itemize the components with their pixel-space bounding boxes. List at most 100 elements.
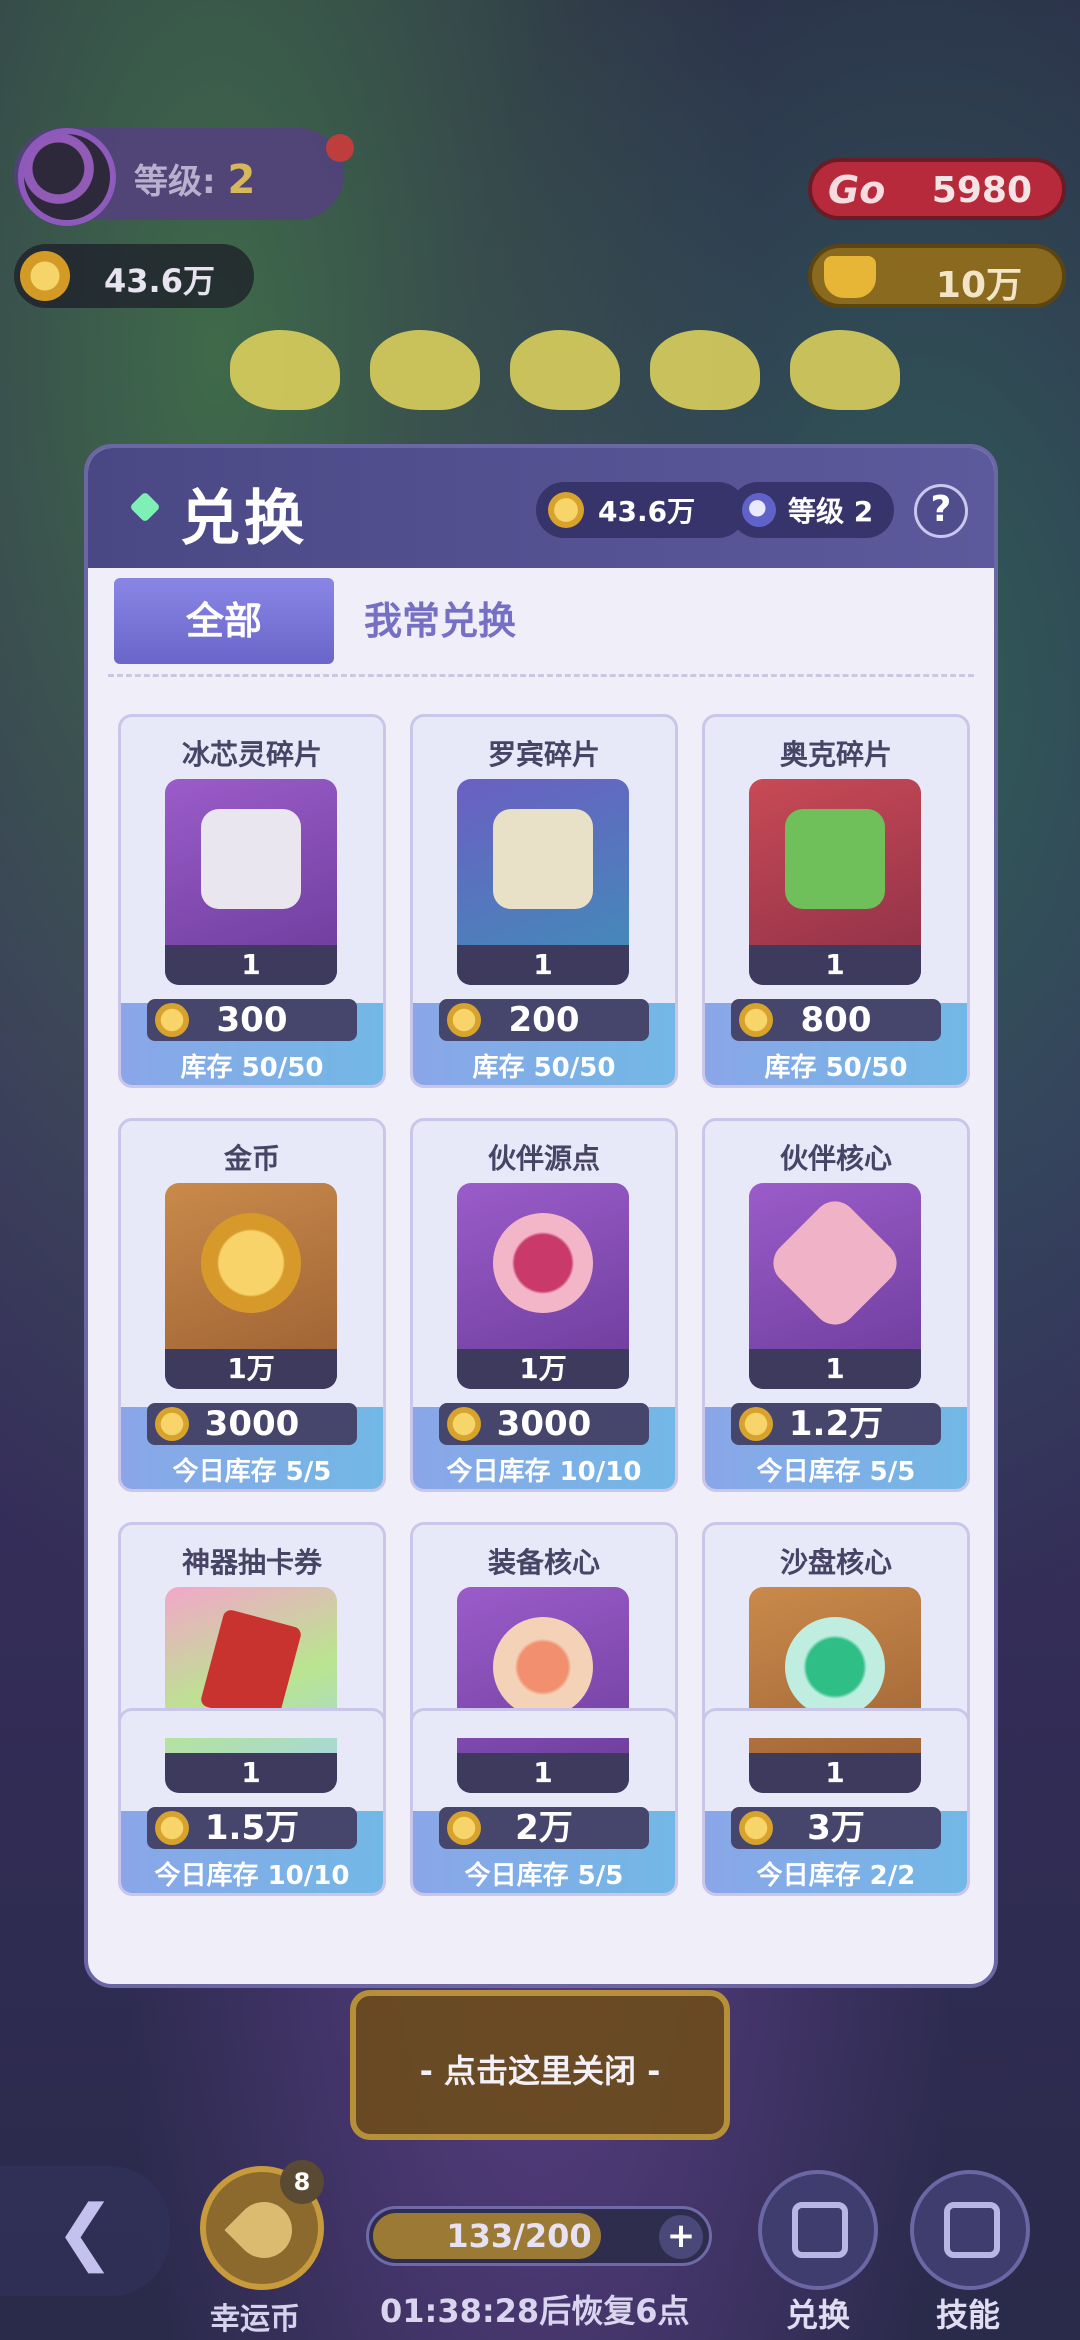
item-stock: 库存 50/50 (764, 1053, 908, 1083)
exchange-button[interactable] (758, 2170, 878, 2290)
item-price: 200 (439, 999, 649, 1041)
item-price: 800 (731, 999, 941, 1041)
level-value: 2 (227, 157, 256, 203)
bird-decoration (370, 330, 480, 410)
item-thumb: 1 (457, 779, 629, 985)
level-label: 等级: (134, 162, 216, 202)
item-qty: 1 (749, 1349, 921, 1389)
skill-button[interactable] (910, 2170, 1030, 2290)
bird-decoration (650, 330, 760, 410)
coin-icon (447, 1003, 481, 1037)
item-price: 2万 (439, 1807, 649, 1849)
exchange-icon (792, 2202, 848, 2258)
coins-value: 43.6万 (598, 495, 696, 528)
item-qty: 1 (749, 1753, 921, 1793)
item-card[interactable]: 伙伴源点 1万 3000 今日库存 10/10 (410, 1118, 678, 1492)
energy-bar: 133/200 + (366, 2206, 712, 2266)
item-thumb: 1 (749, 1587, 921, 1793)
coin-icon (739, 1811, 773, 1845)
price-value: 3万 (807, 1808, 865, 1848)
item-card[interactable]: 伙伴核心 1 1.2万 今日库存 5/5 (702, 1118, 970, 1492)
level-icon (742, 493, 776, 527)
coins-hud-value: 43.6万 (104, 262, 215, 300)
puzzle-piece-icon (785, 809, 885, 909)
item-thumb: 1万 (457, 1183, 629, 1389)
price-value: 1.2万 (788, 1404, 884, 1444)
item-stock: 今日库存 10/10 (154, 1861, 350, 1891)
item-stock: 今日库存 2/2 (756, 1861, 916, 1891)
coin-icon (155, 1811, 189, 1845)
divider (108, 674, 974, 677)
item-name: 神器抽卡券 (181, 1546, 322, 1579)
item-qty: 1 (457, 945, 629, 985)
item-card[interactable]: 奥克碎片 1 800 库存 50/50 (702, 714, 970, 1088)
item-card[interactable]: 罗宾碎片 1 200 库存 50/50 (410, 714, 678, 1088)
item-name: 金币 (223, 1142, 280, 1175)
tab-frequent[interactable]: 我常兑换 (364, 578, 584, 664)
close-hint[interactable]: - 点击这里关闭 - (0, 2046, 1080, 2092)
player-avatar[interactable] (18, 128, 116, 226)
item-name: 伙伴源点 (487, 1142, 600, 1175)
item-qty: 1万 (165, 1349, 337, 1389)
exchange-label: 兑换 (786, 2296, 851, 2334)
item-stock: 今日库存 5/5 (756, 1457, 916, 1487)
item-stock: 库存 50/50 (180, 1053, 324, 1083)
coin-icon (447, 1811, 481, 1845)
equipment-core-icon (493, 1617, 593, 1717)
help-button[interactable]: ? (914, 484, 968, 538)
item-price: 1.5万 (147, 1807, 357, 1849)
diamond-icon (129, 491, 161, 523)
price-value: 800 (800, 1000, 872, 1040)
item-name: 奥克碎片 (779, 738, 892, 771)
go-label: Go (828, 168, 886, 212)
bottom-bar: ❮ 8 幸运币 133/200 + 01:38:28后恢复6点 兑换 技能 (0, 2160, 1080, 2340)
go-currency[interactable]: Go 5980 (808, 158, 1066, 220)
price-value: 2万 (515, 1808, 573, 1848)
item-name: 沙盘核心 (779, 1546, 892, 1579)
gold-coin-icon (201, 1213, 301, 1313)
item-thumb: 1 (165, 779, 337, 985)
item-name: 冰芯灵碎片 (181, 738, 322, 771)
item-card[interactable]: 冰芯灵碎片 1 300 库存 50/50 (118, 714, 386, 1088)
item-name: 罗宾碎片 (487, 738, 600, 771)
partner-orb-icon (493, 1213, 593, 1313)
go-value: 5980 (931, 170, 1032, 211)
coin-icon (447, 1407, 481, 1441)
item-stock: 今日库存 10/10 (446, 1457, 642, 1487)
price-value: 3000 (204, 1404, 300, 1444)
back-arrow-icon: ❮ (54, 2189, 116, 2273)
energy-value: 133/200 (446, 2217, 592, 2255)
item-price: 1.2万 (731, 1403, 941, 1445)
item-thumb: 1 (165, 1587, 337, 1793)
plus-button[interactable]: + (659, 2215, 703, 2259)
tab-all[interactable]: 全部 (114, 578, 334, 664)
coin-icon (155, 1003, 189, 1037)
item-price: 3000 (147, 1403, 357, 1445)
item-name: 装备核心 (487, 1546, 600, 1579)
item-thumb: 1万 (165, 1183, 337, 1389)
crown-currency[interactable]: 10万 (808, 244, 1066, 308)
puzzle-piece-icon (493, 809, 593, 909)
item-qty: 1 (165, 1753, 337, 1793)
item-qty: 1万 (457, 1349, 629, 1389)
item-qty: 1 (457, 1753, 629, 1793)
back-arrow-button[interactable]: ❮ (0, 2166, 170, 2296)
lucky-label: 幸运币 (210, 2302, 300, 2337)
price-value: 200 (508, 1000, 580, 1040)
price-value: 3000 (496, 1404, 592, 1444)
puzzle-piece-icon (201, 809, 301, 909)
item-card[interactable]: 金币 1万 3000 今日库存 5/5 (118, 1118, 386, 1492)
item-thumb: 1 (457, 1587, 629, 1793)
item-qty: 1 (165, 945, 337, 985)
item-card-partial (118, 1708, 386, 1738)
item-name: 伙伴核心 (779, 1142, 892, 1175)
bird-decoration (230, 330, 340, 410)
level-text: 等级 2 (788, 495, 874, 528)
skill-label: 技能 (936, 2296, 1001, 2334)
level-hud[interactable]: 等级: 2 (14, 128, 354, 226)
item-card-partial (410, 1708, 678, 1738)
sandbox-core-icon (785, 1617, 885, 1717)
bird-decoration (790, 330, 900, 410)
coins-pill: 43.6万 (536, 482, 746, 538)
item-qty: 1 (749, 945, 921, 985)
